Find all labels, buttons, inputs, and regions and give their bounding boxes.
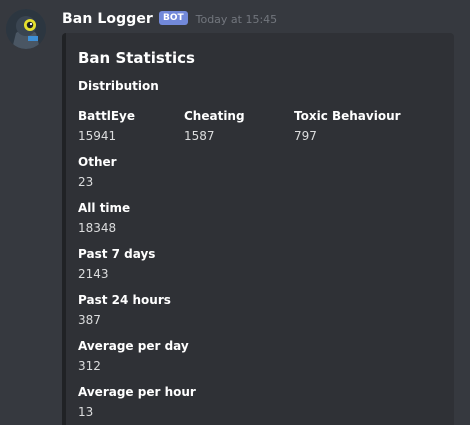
field-all-time: All time 18348 [78, 200, 130, 236]
field-value: 312 [78, 359, 101, 373]
avatar[interactable] [6, 9, 46, 49]
field-name: Past 24 hours [78, 293, 171, 307]
field-value: 15941 [78, 129, 117, 143]
field-value: 1587 [184, 129, 215, 143]
embed-title: Ban Statistics [78, 49, 195, 67]
field-past-7-days: Past 7 days 2143 [78, 246, 155, 282]
field-name: All time [78, 201, 131, 215]
field-average-per-hour: Average per hour 13 [78, 384, 196, 420]
field-value: 2143 [78, 267, 109, 281]
chat-message: Ban Logger BOT Today at 15:45 Ban Statis… [0, 0, 470, 425]
field-toxic-behaviour: Toxic Behaviour 797 [294, 108, 401, 144]
eye-logo-icon [6, 9, 46, 49]
field-value: 23 [78, 175, 94, 189]
field-name: Toxic Behaviour [294, 109, 401, 123]
field-name: Past 7 days [78, 247, 156, 261]
field-other: Other 23 [78, 154, 117, 190]
field-value: 387 [78, 313, 101, 327]
bot-badge: BOT [158, 11, 188, 25]
field-value: 18348 [78, 221, 117, 235]
message-timestamp: Today at 15:45 [195, 12, 278, 26]
field-cheating: Cheating 1587 [184, 108, 245, 144]
field-name: Cheating [184, 109, 245, 123]
field-battleye: BattlEye 15941 [78, 108, 135, 144]
field-past-24-hours: Past 24 hours 387 [78, 292, 171, 328]
field-name: Average per day [78, 339, 189, 353]
field-average-per-day: Average per day 312 [78, 338, 189, 374]
field-name: Other [78, 155, 117, 169]
field-value: 797 [294, 129, 317, 143]
field-name: BattlEye [78, 109, 135, 123]
embed-description: Distribution [78, 79, 159, 93]
field-name: Average per hour [78, 385, 196, 399]
message-header: Ban Logger BOT Today at 15:45 [62, 9, 277, 29]
embed-card: Ban Statistics Distribution BattlEye 159… [62, 33, 454, 425]
username[interactable]: Ban Logger [62, 11, 153, 27]
field-value: 13 [78, 405, 94, 419]
